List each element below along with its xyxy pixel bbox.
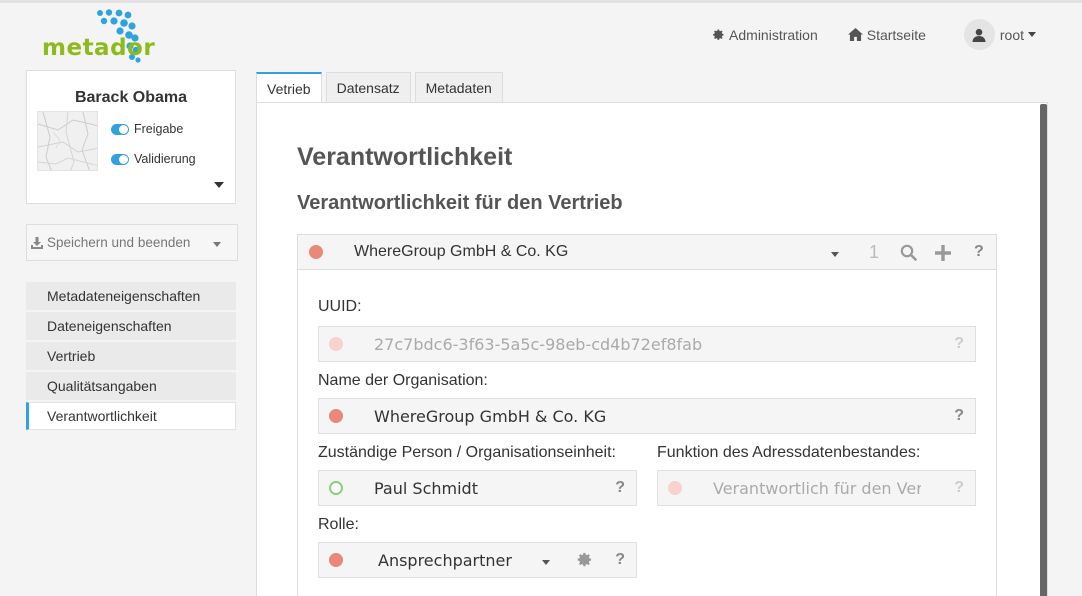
main-panel: Verantwortlichkeit Verantwortlichkeit fü… xyxy=(256,102,1048,596)
uuid-label: UUID: xyxy=(318,298,362,315)
help-icon[interactable]: ? xyxy=(954,479,964,497)
status-dot-icon xyxy=(329,409,343,423)
toggle-switch-icon xyxy=(111,153,129,165)
organisation-label: Name der Organisation: xyxy=(318,372,488,389)
sidebar-item-responsibility[interactable]: Verantwortlichkeit xyxy=(26,402,236,430)
toggle-switch-icon xyxy=(111,123,129,135)
chevron-down-icon[interactable] xyxy=(831,252,839,257)
administration-link[interactable]: Administration xyxy=(711,27,818,43)
sidebar-item-data-properties[interactable]: Dateneigenschaften xyxy=(26,312,236,340)
status-dot-icon xyxy=(329,553,343,567)
top-navigation: Administration Startseite root xyxy=(681,19,1036,50)
tab-vetrieb[interactable]: Vetrieb xyxy=(256,72,322,103)
page-title: Verantwortlichkeit xyxy=(297,143,513,171)
save-and-exit-button[interactable]: Speichern und beenden xyxy=(26,224,238,261)
validation-label: Validierung xyxy=(134,152,196,166)
metador-logo[interactable]: metador xyxy=(42,9,172,67)
validation-toggle[interactable]: Validierung xyxy=(111,152,196,166)
home-icon xyxy=(847,28,863,41)
section-navigation: Metadateneigenschaften Dateneigenschafte… xyxy=(26,282,236,432)
profile-card: Barack Obama Freigabe Validierung xyxy=(26,70,236,204)
responsible-party-header[interactable]: WhereGroup GmbH & Co. KG 1 ? xyxy=(297,234,997,270)
organisation-field[interactable]: WhereGroup GmbH & Co. KG ? xyxy=(318,398,976,434)
function-value: Verantwortlich für den Vertrieb xyxy=(713,478,921,498)
person-value: Paul Schmidt xyxy=(374,478,478,498)
role-label: Rolle: xyxy=(318,516,359,533)
role-value: Ansprechpartner xyxy=(378,550,512,570)
tab-datensatz[interactable]: Datensatz xyxy=(325,72,411,103)
administration-label: Administration xyxy=(729,26,818,43)
download-icon xyxy=(31,236,43,249)
release-label: Freigabe xyxy=(134,122,184,136)
organisation-value: WhereGroup GmbH & Co. KG xyxy=(374,406,607,426)
tab-bar: Vetrieb Datensatz Metadaten xyxy=(256,72,507,103)
user-name: root xyxy=(999,26,1024,43)
help-icon[interactable]: ? xyxy=(615,551,625,569)
status-dot-icon xyxy=(329,337,343,351)
tab-metadaten[interactable]: Metadaten xyxy=(414,72,503,103)
section-title: Verantwortlichkeit für den Vertrieb xyxy=(297,192,623,214)
chevron-down-icon[interactable] xyxy=(542,560,550,565)
logo-text: metador xyxy=(42,35,156,61)
chevron-down-icon xyxy=(1028,32,1036,37)
profile-name: Barack Obama xyxy=(74,89,188,106)
help-icon[interactable]: ? xyxy=(954,407,964,425)
profile-expand-icon[interactable] xyxy=(214,182,224,188)
sidebar-item-quality[interactable]: Qualitätsangaben xyxy=(26,372,236,400)
user-icon xyxy=(972,28,986,42)
status-dot-icon xyxy=(668,481,682,495)
home-link[interactable]: Startseite xyxy=(847,26,926,43)
scrollbar[interactable] xyxy=(1040,104,1047,596)
help-icon[interactable]: ? xyxy=(615,479,625,497)
gear-icon xyxy=(713,28,724,40)
help-icon[interactable]: ? xyxy=(954,335,964,353)
home-label: Startseite xyxy=(866,26,926,43)
search-icon[interactable] xyxy=(900,244,917,266)
status-dot-icon xyxy=(329,481,343,495)
role-select[interactable]: Ansprechpartner ? xyxy=(318,542,637,578)
responsible-party-name: WhereGroup GmbH & Co. KG xyxy=(354,243,569,260)
add-icon[interactable] xyxy=(934,244,952,267)
person-label: Zuständige Person / Organisationseinheit… xyxy=(318,444,616,461)
status-dot-icon xyxy=(309,245,323,259)
sidebar-item-metadata-properties[interactable]: Metadateneigenschaften xyxy=(26,282,236,310)
uuid-field: 27c7bdc6-3f63-5a5c-98eb-cd4b72ef8fab ? xyxy=(318,326,976,362)
map-thumbnail[interactable] xyxy=(37,111,98,171)
save-label: Speichern und beenden xyxy=(47,235,191,250)
release-toggle[interactable]: Freigabe xyxy=(111,122,183,136)
function-field: Verantwortlich für den Vertrieb ? xyxy=(657,470,976,506)
map-thumbnail-image xyxy=(38,112,97,170)
sidebar-item-distribution[interactable]: Vertrieb xyxy=(26,342,236,370)
function-label: Funktion des Adressdatenbestandes: xyxy=(657,444,921,461)
uuid-value: 27c7bdc6-3f63-5a5c-98eb-cd4b72ef8fab xyxy=(374,334,703,354)
person-field[interactable]: Paul Schmidt ? xyxy=(318,470,637,506)
user-menu[interactable]: root xyxy=(963,19,1036,50)
responsible-party-body: UUID: 27c7bdc6-3f63-5a5c-98eb-cd4b72ef8f… xyxy=(297,270,997,596)
chevron-down-icon[interactable] xyxy=(213,242,221,247)
gear-icon[interactable] xyxy=(575,551,593,573)
help-icon[interactable]: ? xyxy=(974,243,984,261)
avatar xyxy=(963,19,995,50)
entry-count: 1 xyxy=(869,242,880,262)
